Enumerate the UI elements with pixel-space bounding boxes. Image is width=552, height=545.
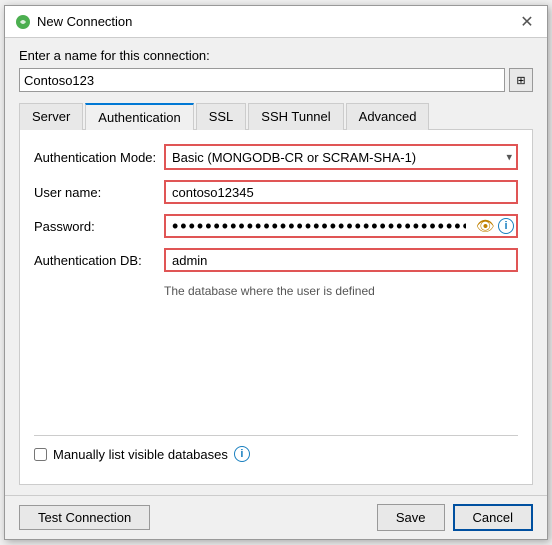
manually-list-info-icon[interactable]: i <box>234 446 250 462</box>
tab-ssh-tunnel[interactable]: SSH Tunnel <box>248 103 343 130</box>
manually-list-row: Manually list visible databases i <box>34 446 518 462</box>
password-input[interactable] <box>164 214 518 238</box>
password-info-icon[interactable]: i <box>498 218 514 234</box>
dialog-title: New Connection <box>37 14 132 29</box>
new-connection-dialog: New Connection ✕ Enter a name for this c… <box>4 5 548 540</box>
manually-list-label[interactable]: Manually list visible databases <box>53 447 228 462</box>
auth-db-input-wrapper <box>164 248 518 272</box>
password-row: Password: 👁 i <box>34 214 518 238</box>
save-button[interactable]: Save <box>377 504 445 531</box>
close-icon: ✕ <box>520 12 533 32</box>
tab-advanced[interactable]: Advanced <box>346 103 430 130</box>
auth-db-row: Authentication DB: <box>34 248 518 272</box>
password-icons: 👁 i <box>476 217 514 235</box>
password-input-wrapper: 👁 i <box>164 214 518 238</box>
dialog-body: Enter a name for this connection: ⊞ Serv… <box>5 38 547 495</box>
dialog-footer: Test Connection Save Cancel <box>5 495 547 539</box>
divider <box>34 435 518 436</box>
tab-server[interactable]: Server <box>19 103 83 130</box>
auth-mode-label: Authentication Mode: <box>34 150 164 165</box>
app-icon <box>15 14 31 30</box>
test-connection-button[interactable]: Test Connection <box>19 505 150 530</box>
connection-name-input[interactable] <box>19 68 505 92</box>
tab-ssl[interactable]: SSL <box>196 103 247 130</box>
tab-content-authentication: Authentication Mode: Basic (MONGODB-CR o… <box>19 130 533 485</box>
auth-db-label: Authentication DB: <box>34 253 164 268</box>
connection-name-label: Enter a name for this connection: <box>19 48 533 63</box>
close-button[interactable]: ✕ <box>517 12 537 32</box>
manually-list-checkbox[interactable] <box>34 448 47 461</box>
title-bar-left: New Connection <box>15 14 132 30</box>
tab-authentication[interactable]: Authentication <box>85 103 193 130</box>
auth-db-input[interactable] <box>164 248 518 272</box>
db-icon: ⊞ <box>516 74 525 87</box>
show-password-icon[interactable]: 👁 <box>476 217 495 235</box>
connection-name-row: ⊞ <box>19 68 533 92</box>
username-input-wrapper <box>164 180 518 204</box>
auth-mode-select-wrapper: Basic (MONGODB-CR or SCRAM-SHA-1) SCRAM-… <box>164 144 518 170</box>
auth-db-hint: The database where the user is defined <box>164 284 518 298</box>
cancel-button[interactable]: Cancel <box>453 504 533 531</box>
username-label: User name: <box>34 185 164 200</box>
auth-mode-row: Authentication Mode: Basic (MONGODB-CR o… <box>34 144 518 170</box>
username-row: User name: <box>34 180 518 204</box>
title-bar: New Connection ✕ <box>5 6 547 38</box>
auth-mode-select[interactable]: Basic (MONGODB-CR or SCRAM-SHA-1) SCRAM-… <box>164 144 518 170</box>
db-icon-button[interactable]: ⊞ <box>509 68 533 92</box>
username-input[interactable] <box>164 180 518 204</box>
password-label: Password: <box>34 219 164 234</box>
tab-bar: Server Authentication SSL SSH Tunnel Adv… <box>19 102 533 130</box>
footer-right-buttons: Save Cancel <box>377 504 533 531</box>
